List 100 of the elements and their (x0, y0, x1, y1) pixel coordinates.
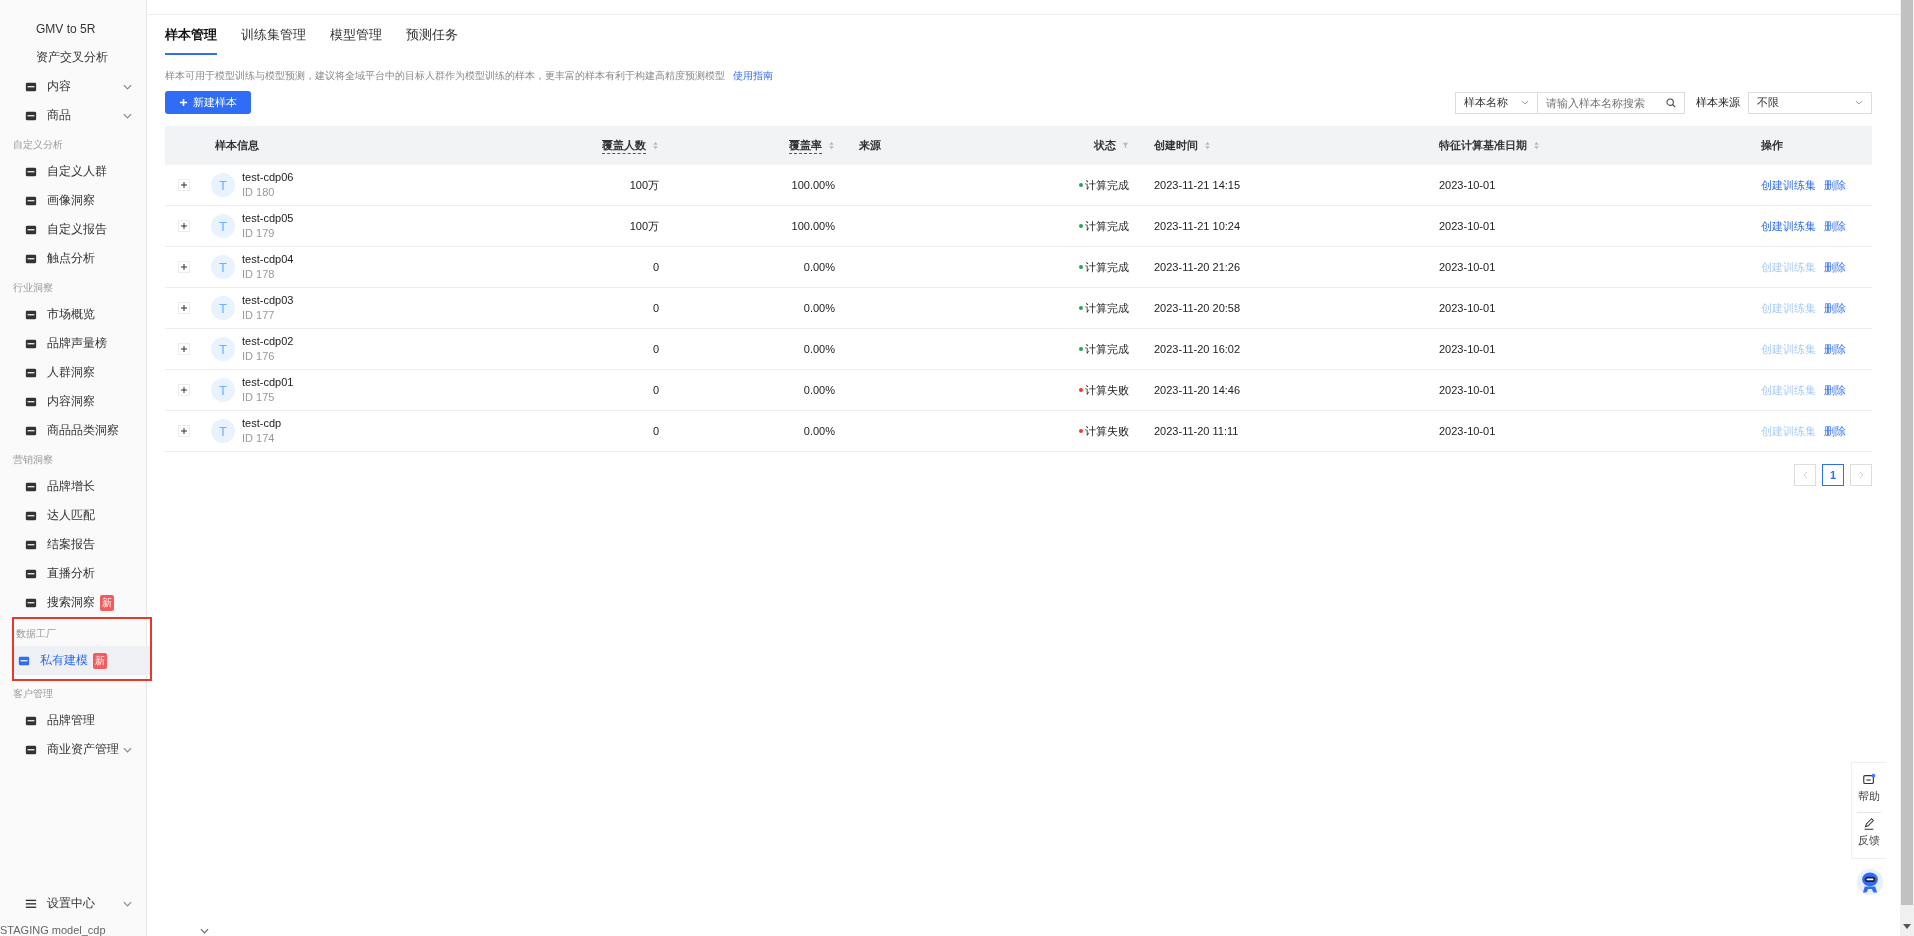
section-label: 客户管理 (12, 687, 54, 701)
avatar: T (211, 173, 235, 197)
sidebar-item[interactable]: 品牌声量榜 (7, 329, 146, 358)
tab[interactable]: 训练集管理 (241, 26, 306, 55)
status-text: 计算完成 (1085, 218, 1129, 234)
sort-icon[interactable] (1204, 141, 1211, 150)
filter-icon[interactable] (1122, 141, 1129, 150)
scrollbar[interactable] (1900, 0, 1914, 936)
sidebar-item[interactable]: 自定义报告 (7, 215, 146, 244)
floating-tool-button[interactable]: 帮助 (1852, 769, 1886, 808)
plus-icon (179, 221, 189, 231)
plus-icon (179, 385, 189, 395)
table-cell: 2023-11-20 16:02 (1154, 343, 1241, 355)
sample-name: test-cdp02 (242, 334, 294, 349)
search-field[interactable]: 请输入样本名称搜索 (1538, 91, 1685, 114)
column-header: 来源 (859, 138, 881, 153)
expand-button[interactable] (178, 425, 190, 437)
expand-button[interactable] (178, 343, 190, 355)
create-training-set-link[interactable]: 创建训练集 (1761, 177, 1816, 193)
description-text: 样本可用于模型训练与模型预测，建议将全域平台中的目标人群作为模型训练的样本，更丰富的样本有利于构建高精度预测模型 (165, 69, 725, 83)
status-text: 计算完成 (1085, 341, 1129, 357)
table-cell: 2023-11-20 21:26 (1154, 261, 1241, 273)
table-cell: 2023-11-20 11:11 (1154, 425, 1239, 437)
delete-link[interactable]: 删除 (1824, 177, 1846, 193)
search-type-select[interactable]: 样本名称 (1455, 91, 1538, 114)
status-text: 计算完成 (1085, 259, 1129, 275)
settings-item[interactable]: 设置中心 (7, 889, 146, 918)
sample-id: ID 175 (242, 390, 276, 405)
sidebar-item[interactable]: 商品 (7, 101, 146, 130)
tab[interactable]: 模型管理 (330, 26, 382, 55)
pen-icon (1862, 817, 1876, 831)
sidebar-item[interactable]: 搜索洞察 新 (7, 588, 146, 617)
sidebar-item[interactable]: 私有建模 新 (14, 646, 150, 675)
sidebar-item[interactable]: GMV to 5R (7, 14, 146, 43)
plus-icon (179, 98, 188, 107)
delete-link[interactable]: 删除 (1824, 341, 1846, 357)
delete-link[interactable]: 删除 (1824, 300, 1846, 316)
create-training-set-link[interactable]: 创建训练集 (1761, 218, 1816, 234)
delete-link[interactable]: 删除 (1824, 218, 1846, 234)
section-label: 数据工厂 (15, 627, 57, 641)
sort-icon[interactable] (828, 141, 835, 150)
column-header: 覆盖人数 (602, 137, 646, 154)
sidebar-item[interactable]: 结案报告 (7, 530, 146, 559)
section-label: 营销洞察 (12, 453, 54, 467)
sidebar-item[interactable]: 内容洞察 (7, 387, 146, 416)
delete-link[interactable]: 删除 (1824, 423, 1846, 439)
table-cell: 100万 (629, 218, 659, 234)
column-header: 特征计算基准日期 (1439, 138, 1527, 153)
column-header: 覆盖率 (789, 137, 822, 154)
delete-link[interactable]: 删除 (1824, 382, 1846, 398)
sample-name: test-cdp06 (242, 170, 294, 185)
sidebar-item[interactable]: 直播分析 (7, 559, 146, 588)
scrollbar-thumb[interactable] (1901, 0, 1913, 905)
avatar: T (211, 214, 235, 238)
sort-icon[interactable] (652, 141, 659, 150)
table-cell: 2023-10-01 (1439, 220, 1496, 232)
sidebar-item[interactable]: 商品品类洞察 (7, 416, 146, 445)
column-header: 操作 (1761, 138, 1783, 153)
sidebar-item[interactable]: 市场概览 (7, 300, 146, 329)
sidebar-item[interactable]: 商业资产管理 (7, 735, 146, 764)
scroll-down-icon[interactable] (1903, 924, 1911, 929)
sample-id: ID 177 (242, 308, 276, 323)
sidebar-item[interactable]: 资产交叉分析 (7, 43, 146, 72)
source-select[interactable]: 不限 (1748, 91, 1872, 114)
table-cell: 2023-10-01 (1439, 261, 1496, 273)
sidebar-item[interactable]: 触点分析 (7, 244, 146, 273)
sidebar-item[interactable]: 品牌增长 (7, 472, 146, 501)
delete-link[interactable]: 删除 (1824, 259, 1846, 275)
sidebar-item[interactable]: 品牌管理 (7, 706, 146, 735)
new-badge: 新 (100, 594, 114, 611)
expand-button[interactable] (178, 302, 190, 314)
expand-button[interactable] (178, 179, 190, 191)
robot-assistant-icon (1856, 868, 1884, 896)
avatar: T (211, 255, 235, 279)
sort-icon[interactable] (1533, 141, 1540, 150)
tab[interactable]: 样本管理 (165, 26, 217, 55)
expand-button[interactable] (178, 261, 190, 273)
page-button[interactable]: 1 (1822, 464, 1844, 486)
table-cell: 0 (652, 302, 659, 314)
table-cell: 0 (652, 261, 659, 273)
table-cell: 2023-10-01 (1439, 302, 1496, 314)
plus-icon (179, 180, 189, 190)
expand-button[interactable] (178, 384, 190, 396)
table-cell: 2023-11-20 14:46 (1154, 384, 1241, 396)
new-sample-button[interactable]: 新建样本 (165, 91, 251, 114)
sidebar-item[interactable]: 画像洞察 (7, 186, 146, 215)
guide-link[interactable]: 使用指南 (733, 69, 773, 83)
sidebar-item[interactable]: 人群洞察 (7, 358, 146, 387)
floating-tool-button[interactable]: 反馈 (1857, 812, 1881, 852)
sidebar-item[interactable]: 自定义人群 (7, 157, 146, 186)
expand-button[interactable] (178, 220, 190, 232)
sidebar-item[interactable]: 内容 (7, 72, 146, 101)
column-header: 样本信息 (215, 138, 259, 153)
table-cell: 2023-10-01 (1439, 343, 1496, 355)
avatar: T (211, 296, 235, 320)
search-icon (1666, 97, 1676, 108)
tab[interactable]: 预测任务 (406, 26, 458, 55)
plus-icon (179, 426, 189, 436)
sample-id: ID 179 (242, 226, 276, 241)
sidebar-item[interactable]: 达人匹配 (7, 501, 146, 530)
